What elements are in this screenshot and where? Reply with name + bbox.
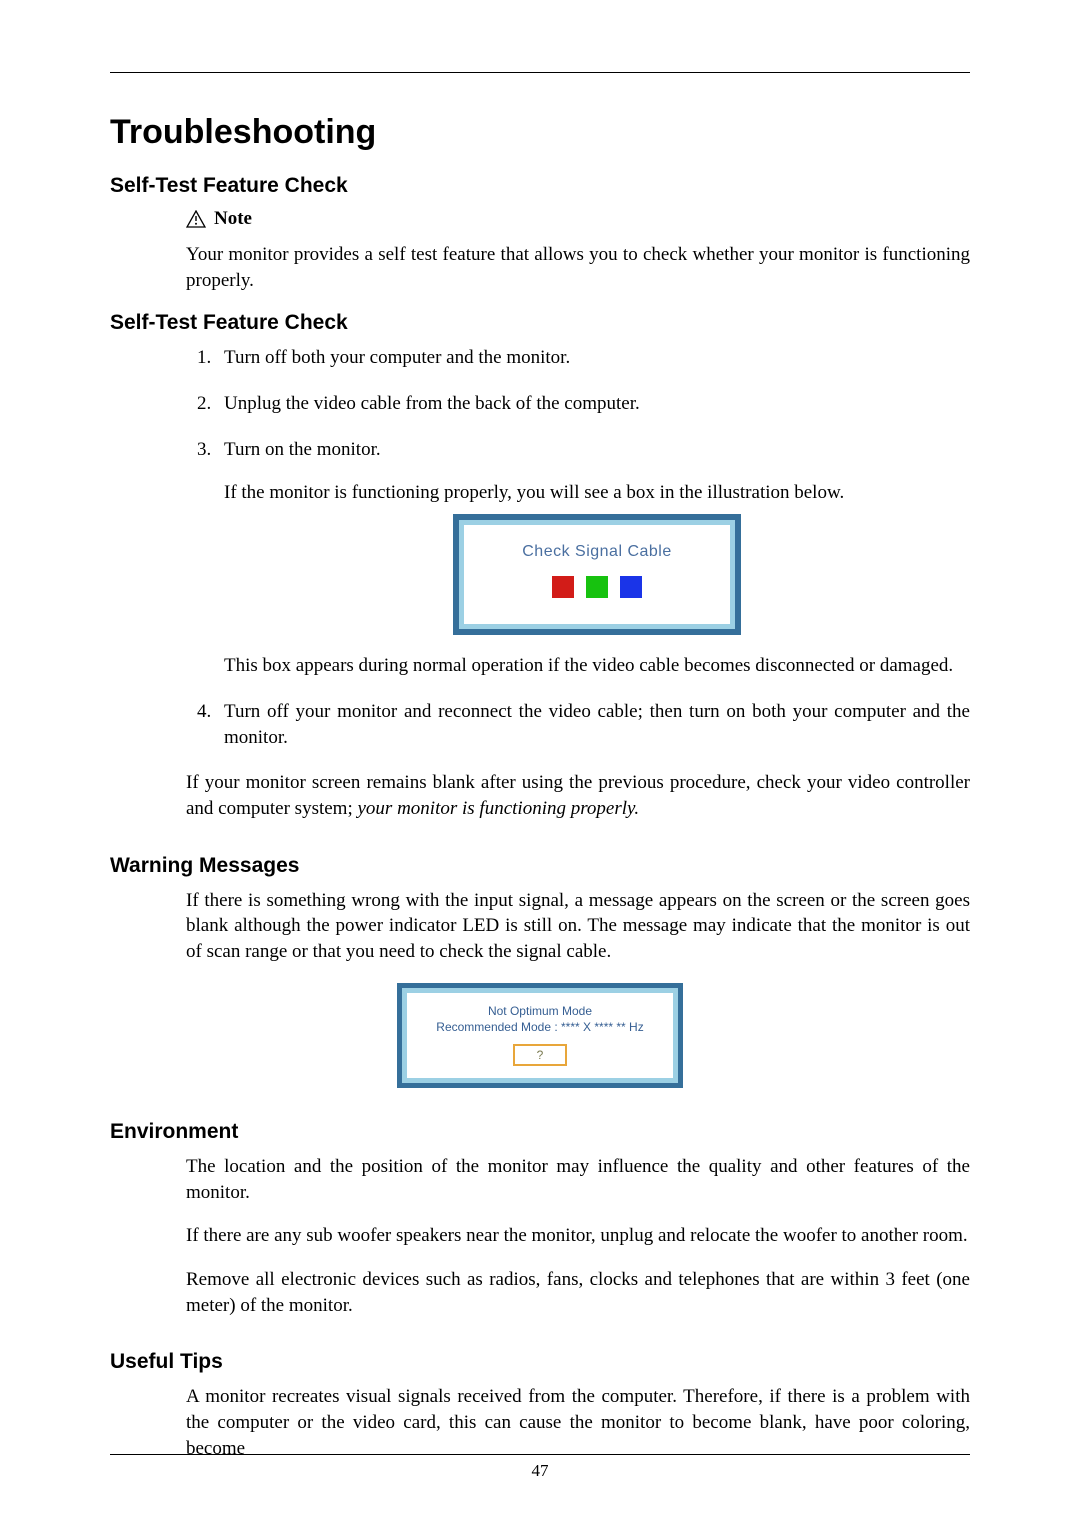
footer-rule xyxy=(110,1454,970,1455)
note-label: Note xyxy=(214,208,252,230)
illustration-wrap: Check Signal Cable xyxy=(224,514,970,636)
not-optimum-line1: Not Optimum Mode xyxy=(415,1003,665,1020)
section-heading-tips: Useful Tips xyxy=(110,1350,970,1374)
paragraph: If there is something wrong with the inp… xyxy=(110,888,970,965)
page: Troubleshooting Self-Test Feature Check … xyxy=(0,0,1080,1461)
closing-italic: your monitor is functioning properly. xyxy=(358,798,640,819)
step-item: Turn off your monitor and reconnect the … xyxy=(216,699,970,750)
warning-triangle-icon xyxy=(186,210,206,228)
step-text: Turn on the monitor. xyxy=(224,439,381,460)
section-heading-warning: Warning Messages xyxy=(110,854,970,878)
not-optimum-line2: Recommended Mode : **** X **** ** Hz xyxy=(415,1019,665,1036)
not-optimum-help-button: ? xyxy=(513,1044,568,1066)
swatch-red xyxy=(552,576,574,598)
rgb-swatches xyxy=(474,576,720,598)
step-item: Unplug the video cable from the back of … xyxy=(216,391,970,417)
page-number: 47 xyxy=(110,1461,970,1481)
page-title: Troubleshooting xyxy=(110,113,970,152)
check-signal-box: Check Signal Cable xyxy=(453,514,741,636)
section-heading-environment: Environment xyxy=(110,1120,970,1144)
paragraph: The location and the position of the mon… xyxy=(110,1154,970,1205)
not-optimum-box-inner: Not Optimum Mode Recommended Mode : ****… xyxy=(402,988,678,1084)
paragraph: A monitor recreates visual signals recei… xyxy=(110,1384,970,1461)
swatch-green xyxy=(586,576,608,598)
step-text: Unplug the video cable from the back of … xyxy=(224,393,640,414)
top-rule xyxy=(110,72,970,73)
step-text: Turn off your monitor and reconnect the … xyxy=(224,701,970,748)
paragraph: If there are any sub woofer speakers nea… xyxy=(110,1223,970,1249)
footer: 47 xyxy=(110,1454,970,1481)
steps-list: Turn off both your computer and the moni… xyxy=(110,345,970,750)
section-heading-selftest-2: Self-Test Feature Check xyxy=(110,311,970,335)
step-subtext: If the monitor is functioning properly, … xyxy=(224,480,970,506)
paragraph: Your monitor provides a self test featur… xyxy=(110,242,970,293)
check-signal-label: Check Signal Cable xyxy=(474,541,720,563)
note-row: Note xyxy=(186,208,970,230)
paragraph: Remove all electronic devices such as ra… xyxy=(110,1267,970,1318)
step-item: Turn on the monitor. If the monitor is f… xyxy=(216,437,970,680)
step-item: Turn off both your computer and the moni… xyxy=(216,345,970,371)
swatch-blue xyxy=(620,576,642,598)
paragraph: If your monitor screen remains blank aft… xyxy=(110,770,970,821)
section-heading-selftest-1: Self-Test Feature Check xyxy=(110,174,970,198)
check-signal-box-inner: Check Signal Cable xyxy=(459,520,735,630)
step-subtext: This box appears during normal operation… xyxy=(224,653,970,679)
illustration-wrap: Not Optimum Mode Recommended Mode : ****… xyxy=(110,983,970,1089)
step-text: Turn off both your computer and the moni… xyxy=(224,347,570,368)
not-optimum-box: Not Optimum Mode Recommended Mode : ****… xyxy=(397,983,683,1089)
